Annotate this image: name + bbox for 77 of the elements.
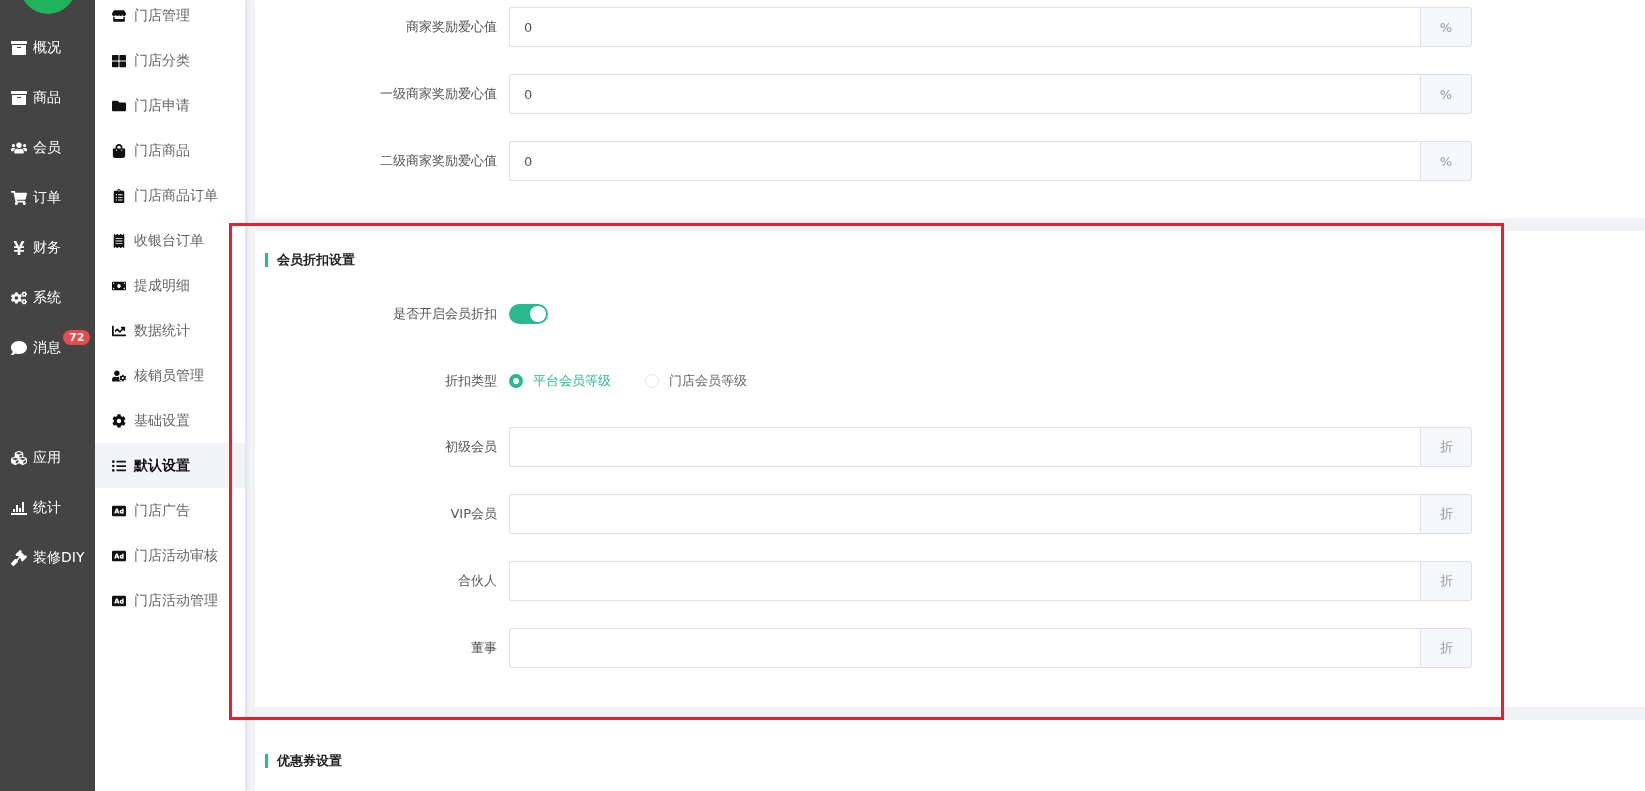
unit-addon: 折 <box>1420 561 1472 601</box>
chat-icon <box>11 340 27 356</box>
submenu-item[interactable]: 基础设置 <box>95 398 245 443</box>
cubes-icon <box>11 450 27 466</box>
bar-chart-icon <box>11 500 27 516</box>
field-label: 是否开启会员折扣 <box>392 305 498 323</box>
field-label: VIP会员 <box>449 505 498 523</box>
nav-item[interactable]: 会员 <box>0 123 62 173</box>
yen-icon <box>11 240 27 256</box>
section-title: 优惠券设置 <box>277 752 342 770</box>
grid-icon <box>112 53 126 68</box>
unit-addon: 折 <box>1420 427 1472 467</box>
unit-addon: 折 <box>1420 494 1472 534</box>
input-field[interactable]: 0 <box>509 74 1420 114</box>
nav-item[interactable]: 装修DIY <box>0 533 86 583</box>
submenu-item[interactable]: 门店广告 <box>95 488 245 533</box>
unit-addon: % <box>1420 141 1472 181</box>
section-title: 会员折扣设置 <box>277 251 355 269</box>
unit-addon: % <box>1420 74 1472 114</box>
submenu-item[interactable]: 门店分类 <box>95 38 245 83</box>
submenu-item[interactable]: 门店商品订单 <box>95 173 245 218</box>
receipt-icon <box>112 233 126 248</box>
field-label: 二级商家奖励爱心值 <box>379 152 498 170</box>
nav-item[interactable]: 商品 <box>0 73 62 123</box>
toggle-switch[interactable] <box>509 304 548 324</box>
user-gear-icon <box>112 368 126 383</box>
folder-icon <box>112 98 126 113</box>
nav-item[interactable]: 系统 <box>0 273 62 323</box>
submenu-item[interactable]: 数据统计 <box>95 308 245 353</box>
field-label: 合伙人 <box>457 572 498 590</box>
submenu-item[interactable]: 门店活动管理 <box>95 578 245 623</box>
submenu-item[interactable]: 门店商品 <box>95 128 245 173</box>
count-badge: 72 <box>63 330 91 345</box>
field-label: 商家奖励爱心值 <box>405 18 498 36</box>
input-field[interactable] <box>509 561 1420 601</box>
accent-bar <box>265 253 268 267</box>
nav-item[interactable]: 概况 <box>0 23 62 73</box>
field-label: 董事 <box>470 639 498 657</box>
nav-item[interactable]: 统计 <box>0 483 62 533</box>
chart-icon <box>112 323 126 338</box>
unit-addon: % <box>1420 7 1472 47</box>
nav-item[interactable]: 财务 <box>0 223 62 273</box>
submenu-item[interactable]: 核销员管理 <box>95 353 245 398</box>
input-field[interactable] <box>509 427 1420 467</box>
gears-icon <box>11 290 27 306</box>
ad-icon <box>112 593 126 608</box>
nav-item[interactable]: 应用 <box>0 433 62 483</box>
submenu-item[interactable]: 门店申请 <box>95 83 245 128</box>
ad-icon <box>112 548 126 563</box>
unit-addon: 折 <box>1420 628 1472 668</box>
nav-item[interactable]: 订单 <box>0 173 62 223</box>
submenu-item[interactable]: 提成明细 <box>95 263 245 308</box>
submenu-item[interactable]: 门店管理 <box>95 0 245 38</box>
nav-item[interactable]: 消息 <box>0 323 62 373</box>
field-label: 折扣类型 <box>444 372 498 390</box>
clipboard-icon <box>112 188 126 203</box>
input-field[interactable] <box>509 628 1420 668</box>
submenu-item[interactable]: 默认设置 <box>95 443 245 488</box>
settings-icon <box>112 413 126 428</box>
store-icon <box>112 8 126 23</box>
input-field[interactable] <box>509 494 1420 534</box>
cart-icon <box>11 190 27 206</box>
bag-icon <box>112 143 126 158</box>
gavel-icon <box>11 550 27 566</box>
archive-icon <box>11 90 27 106</box>
field-label: 初级会员 <box>444 438 498 456</box>
ad-icon <box>112 503 126 518</box>
radio-option[interactable]: 门店会员等级 <box>645 372 747 390</box>
users-icon <box>11 140 27 156</box>
accent-bar <box>265 754 268 768</box>
field-label: 一级商家奖励爱心值 <box>379 85 498 103</box>
submenu-item[interactable]: 门店活动审核 <box>95 533 245 578</box>
submenu-item[interactable]: 收银台订单 <box>95 218 245 263</box>
input-field[interactable]: 0 <box>509 7 1420 47</box>
list-icon <box>112 458 126 473</box>
input-field[interactable]: 0 <box>509 141 1420 181</box>
archive-icon <box>11 40 27 56</box>
